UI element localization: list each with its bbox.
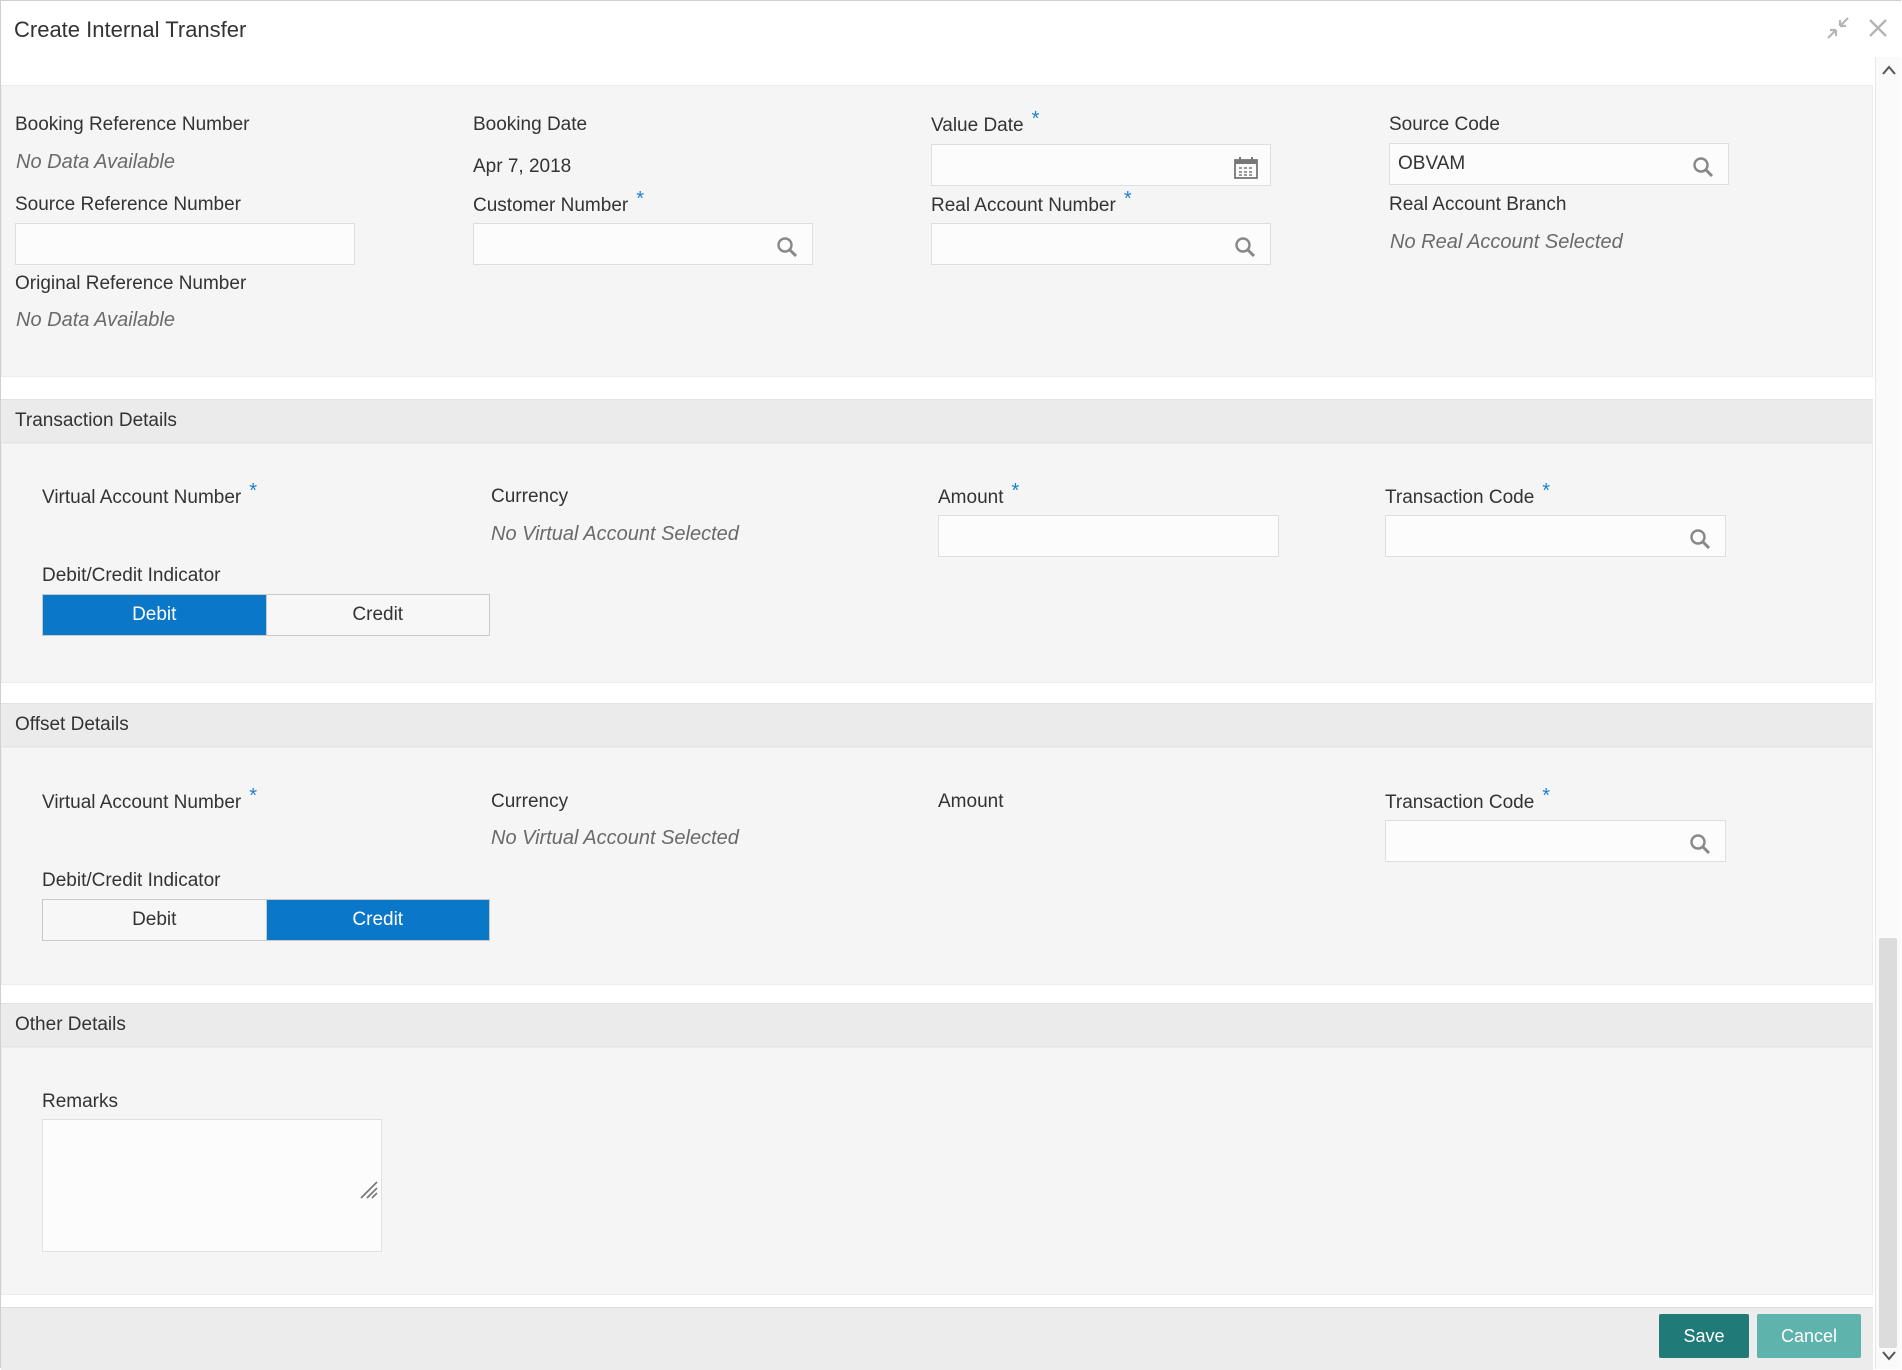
create-internal-transfer-dialog: Create Internal Transfer Transaction Det…	[0, 0, 1901, 1370]
transaction-dc-indicator-label: Debit/Credit Indicator	[42, 565, 221, 586]
real-account-number-label: Real Account Number *	[931, 188, 1132, 217]
required-marker: *	[1011, 480, 1020, 502]
booking-reference-value: No Data Available	[16, 151, 175, 173]
transaction-code-input[interactable]	[1385, 515, 1726, 557]
offset-transaction-code-label: Transaction Code *	[1385, 785, 1550, 814]
transaction-details-header: Transaction Details	[1, 399, 1873, 443]
offset-currency-label: Currency	[491, 791, 569, 812]
required-marker: *	[636, 188, 645, 210]
transaction-virtual-account-label: Virtual Account Number *	[42, 480, 257, 509]
other-details-title: Other Details	[15, 1014, 126, 1035]
offset-currency-value: No Virtual Account Selected	[491, 827, 739, 849]
transaction-credit-option[interactable]: Credit	[265, 595, 490, 635]
offset-details-panel	[1, 747, 1873, 985]
offset-dc-indicator-toggle[interactable]: Debit Credit	[42, 899, 490, 941]
save-button[interactable]: Save	[1659, 1314, 1749, 1358]
search-icon[interactable]	[1234, 233, 1256, 258]
real-account-branch-label: Real Account Branch	[1389, 194, 1567, 215]
offset-credit-option[interactable]: Credit	[265, 900, 489, 940]
source-code-label: Source Code	[1389, 114, 1500, 135]
real-account-number-input[interactable]	[931, 223, 1271, 265]
source-reference-input[interactable]	[15, 223, 355, 265]
value-date-input[interactable]	[931, 144, 1271, 186]
customer-number-input[interactable]	[473, 223, 813, 265]
offset-virtual-account-label: Virtual Account Number *	[42, 785, 257, 814]
transaction-debit-option[interactable]: Debit	[43, 595, 266, 635]
transaction-currency-value: No Virtual Account Selected	[491, 523, 739, 545]
transaction-details-panel	[1, 443, 1873, 683]
booking-reference-label: Booking Reference Number	[15, 114, 250, 135]
value-date-label-text: Value Date	[931, 115, 1024, 136]
required-marker: *	[249, 480, 258, 502]
resize-handle-icon[interactable]	[357, 1178, 379, 1205]
remarks-label: Remarks	[42, 1091, 119, 1112]
transaction-amount-label: Amount *	[938, 480, 1019, 509]
source-code-value: OBVAM	[1398, 153, 1466, 174]
other-details-header: Other Details	[1, 1003, 1873, 1047]
transaction-code-label: Transaction Code *	[1385, 480, 1550, 509]
scroll-down-icon[interactable]	[1881, 1349, 1897, 1363]
value-date-label: Value Date *	[931, 108, 1039, 137]
dialog-footer: Save Cancel	[1, 1307, 1873, 1370]
required-marker: *	[249, 785, 258, 807]
required-marker: *	[1542, 785, 1551, 807]
offset-details-header: Offset Details	[1, 703, 1873, 747]
search-icon[interactable]	[1689, 830, 1711, 855]
offset-transaction-code-input[interactable]	[1385, 820, 1726, 862]
vertical-scrollbar[interactable]	[1875, 57, 1901, 1369]
title-bar: Create Internal Transfer	[1, 1, 1901, 58]
customer-number-label-text: Customer Number	[473, 195, 629, 216]
search-icon[interactable]	[1692, 153, 1714, 178]
transaction-amount-label-text: Amount	[938, 487, 1004, 508]
scrollbar-thumb[interactable]	[1879, 938, 1897, 1348]
search-icon[interactable]	[1689, 525, 1711, 550]
offset-debit-option[interactable]: Debit	[43, 900, 266, 940]
real-account-number-label-text: Real Account Number	[931, 195, 1116, 216]
transaction-virtual-account-label-text: Virtual Account Number	[42, 487, 242, 508]
offset-dc-indicator-label: Debit/Credit Indicator	[42, 870, 221, 891]
offset-amount-label: Amount	[938, 791, 1004, 812]
offset-transaction-code-label-text: Transaction Code	[1385, 792, 1535, 813]
remarks-textarea[interactable]	[42, 1119, 382, 1252]
customer-number-label: Customer Number *	[473, 188, 644, 217]
transaction-details-title: Transaction Details	[15, 410, 177, 431]
offset-virtual-account-label-text: Virtual Account Number	[42, 792, 242, 813]
original-reference-label: Original Reference Number	[15, 273, 247, 294]
calendar-icon[interactable]	[1234, 154, 1258, 179]
source-code-input[interactable]: OBVAM	[1389, 143, 1729, 185]
required-marker: *	[1123, 188, 1132, 210]
transaction-amount-input[interactable]	[938, 515, 1279, 557]
required-marker: *	[1031, 108, 1040, 130]
transaction-currency-label: Currency	[491, 486, 569, 507]
transaction-code-label-text: Transaction Code	[1385, 487, 1535, 508]
source-reference-label: Source Reference Number	[15, 194, 241, 215]
close-icon[interactable]	[1865, 15, 1891, 41]
dialog-title: Create Internal Transfer	[14, 17, 247, 42]
transaction-dc-indicator-toggle[interactable]: Debit Credit	[42, 594, 490, 636]
real-account-branch-value: No Real Account Selected	[1390, 231, 1623, 253]
offset-details-title: Offset Details	[15, 714, 129, 735]
required-marker: *	[1542, 480, 1551, 502]
scroll-up-icon[interactable]	[1881, 63, 1897, 77]
original-reference-value: No Data Available	[16, 309, 175, 331]
booking-date-label: Booking Date	[473, 114, 588, 135]
cancel-button[interactable]: Cancel	[1757, 1314, 1861, 1358]
booking-date-value: Apr 7, 2018	[473, 156, 572, 177]
search-icon[interactable]	[776, 233, 798, 258]
minimize-icon[interactable]	[1825, 15, 1851, 41]
